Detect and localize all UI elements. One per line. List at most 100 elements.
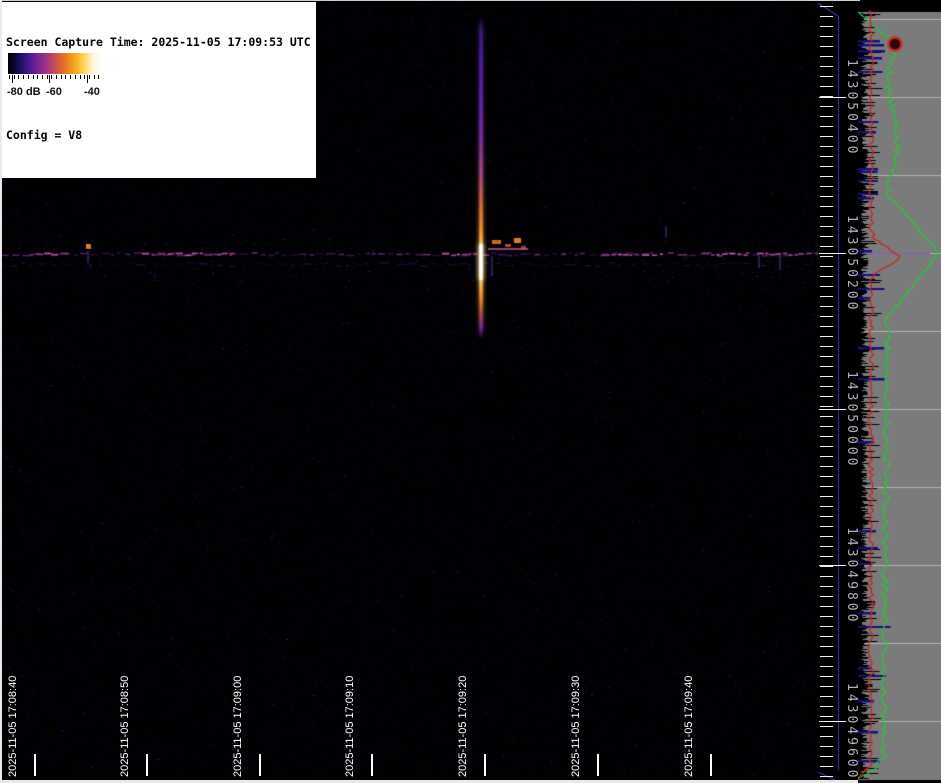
- frequency-minor-tick: [820, 636, 833, 637]
- colorbar-label: -60: [46, 86, 62, 98]
- frequency-minor-tick: [820, 206, 833, 207]
- frequency-minor-tick: [820, 306, 833, 307]
- frequency-axis-label: 143050200: [844, 215, 858, 312]
- time-axis-tick: [146, 754, 148, 776]
- colorbar-minor-tick: [65, 75, 66, 79]
- colorbar-gradient: [8, 53, 102, 74]
- frequency-minor-tick: [820, 506, 833, 507]
- frequency-minor-tick: [820, 406, 833, 407]
- colorbar-minor-tick: [80, 75, 81, 79]
- time-axis-label: 2025-11-05 17:09:00: [231, 676, 245, 777]
- frequency-minor-tick: [820, 196, 833, 197]
- frequency-minor-tick: [820, 776, 833, 777]
- frequency-minor-tick: [820, 236, 833, 237]
- window-border-top: [0, 0, 860, 1]
- colorbar-minor-tick: [33, 75, 34, 79]
- colorbar-minor-tick: [47, 75, 48, 79]
- frequency-minor-tick: [820, 516, 833, 517]
- colorbar-minor-tick: [89, 75, 90, 79]
- frequency-major-tick: [819, 565, 846, 566]
- frequency-minor-tick: [820, 626, 833, 627]
- frequency-minor-tick: [820, 256, 833, 257]
- frequency-minor-tick: [820, 436, 833, 437]
- frequency-minor-tick: [820, 386, 833, 387]
- frequency-minor-tick: [820, 186, 833, 187]
- capture-time-text: Screen Capture Time: 2025-11-05 17:09:53…: [6, 35, 311, 51]
- frequency-minor-tick: [820, 536, 833, 537]
- frequency-minor-tick: [820, 496, 833, 497]
- frequency-axis-label: 143050000: [844, 371, 858, 468]
- time-axis-tick: [484, 754, 486, 776]
- frequency-minor-tick: [820, 546, 833, 547]
- time-axis-label: 2025-11-05 17:09:30: [569, 676, 583, 777]
- colorbar-minor-tick: [56, 75, 57, 79]
- colorbar-minor-tick: [75, 75, 76, 79]
- frequency-minor-tick: [820, 246, 833, 247]
- frequency-minor-tick: [820, 266, 833, 267]
- time-axis-label: 2025-11-05 17:08:40: [6, 676, 20, 777]
- frequency-minor-tick: [820, 486, 833, 487]
- frequency-minor-tick: [820, 366, 833, 367]
- colorbar-major-tick: [12, 75, 13, 83]
- frequency-minor-tick: [820, 326, 833, 327]
- frequency-minor-tick: [820, 576, 833, 577]
- frequency-minor-tick: [820, 36, 833, 37]
- frequency-minor-tick: [820, 746, 833, 747]
- frequency-minor-tick: [820, 426, 833, 427]
- frequency-minor-tick: [820, 756, 833, 757]
- frequency-minor-tick: [820, 106, 833, 107]
- frequency-minor-tick: [820, 146, 833, 147]
- colorbar-label: -80 dB: [7, 86, 41, 98]
- frequency-minor-tick: [820, 216, 833, 217]
- colorbar-minor-tick: [14, 75, 15, 79]
- colorbar-minor-tick: [94, 75, 95, 79]
- frequency-minor-tick: [820, 136, 833, 137]
- spectrum-panel: [858, 0, 941, 783]
- frequency-minor-tick: [820, 356, 833, 357]
- frequency-major-tick: [819, 409, 846, 410]
- colorbar-minor-tick: [18, 75, 19, 79]
- colorbar-minor-tick: [70, 75, 71, 79]
- time-axis-label: 2025-11-05 17:08:50: [118, 676, 132, 777]
- frequency-minor-tick: [820, 66, 833, 67]
- colorbar-major-tick: [49, 75, 50, 83]
- spectrogram-window: 1430504001430502001430500001430498001430…: [0, 0, 941, 783]
- frequency-minor-tick: [820, 726, 833, 727]
- colorbar-minor-tick: [28, 75, 29, 79]
- colorbar-minor-tick: [37, 75, 38, 79]
- frequency-minor-tick: [820, 126, 833, 127]
- frequency-minor-tick: [820, 526, 833, 527]
- frequency-minor-tick: [820, 456, 833, 457]
- frequency-minor-tick: [820, 286, 833, 287]
- frequency-minor-tick: [820, 466, 833, 467]
- frequency-axis-label: 143050400: [844, 59, 858, 156]
- frequency-minor-tick: [820, 666, 833, 667]
- frequency-minor-tick: [820, 706, 833, 707]
- time-axis-label: 2025-11-05 17:09:40: [682, 676, 696, 777]
- frequency-major-tick: [819, 97, 846, 98]
- time-axis-tick: [597, 754, 599, 776]
- frequency-minor-tick: [820, 116, 833, 117]
- frequency-minor-tick: [820, 596, 833, 597]
- frequency-minor-tick: [820, 336, 833, 337]
- frequency-major-tick: [819, 253, 846, 254]
- frequency-minor-tick: [820, 696, 833, 697]
- colorbar-minor-tick: [9, 75, 10, 79]
- colorbar-minor-tick: [61, 75, 62, 79]
- frequency-major-tick: [819, 721, 846, 722]
- frequency-minor-tick: [820, 766, 833, 767]
- frequency-minor-tick: [820, 716, 833, 717]
- time-axis-label: 2025-11-05 17:09:20: [456, 676, 470, 777]
- frequency-minor-tick: [820, 86, 833, 87]
- frequency-axis-label: 143049600 Hz: [844, 683, 858, 783]
- frequency-minor-tick: [820, 296, 833, 297]
- frequency-minor-tick: [820, 376, 833, 377]
- colorbar-minor-tick: [42, 75, 43, 79]
- frequency-minor-tick: [820, 346, 833, 347]
- time-axis-tick: [710, 754, 712, 776]
- config-text: Config = V8: [6, 128, 311, 144]
- colorbar-legend: -80 dB-60-40: [4, 52, 106, 105]
- frequency-minor-tick: [820, 676, 833, 677]
- frequency-minor-tick: [820, 6, 833, 7]
- time-axis-tick: [371, 754, 373, 776]
